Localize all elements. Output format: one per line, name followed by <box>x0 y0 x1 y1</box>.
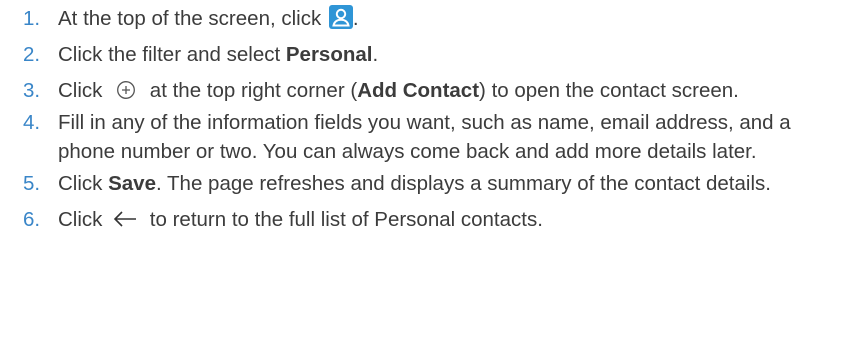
step-2: 2. Click the filter and select Personal. <box>0 40 850 69</box>
step-number: 3. <box>23 79 41 102</box>
step-text-end: . <box>372 43 379 66</box>
step-4: 4. Fill in any of the information fields… <box>0 108 850 166</box>
step-1: 1. At the top of the screen, click . <box>0 4 850 33</box>
add-circle-icon <box>116 79 136 99</box>
step-text: Fill in any of the information fields yo… <box>58 111 791 163</box>
step-text: At the top of the screen, click <box>58 7 327 30</box>
step-number: 6. <box>23 208 41 231</box>
step-number: 4. <box>23 111 41 134</box>
instruction-steps: 1. At the top of the screen, click . 2. … <box>0 0 850 231</box>
step-text-end: . The page refreshes and displays a summ… <box>156 172 771 195</box>
step-number: 5. <box>23 172 41 195</box>
step-3: 3. Click at the top right corner (Add Co… <box>0 76 850 105</box>
step-text-end: ) to open the contact screen. <box>479 79 739 102</box>
step-text: Click the filter and select <box>58 43 286 66</box>
step-text-mid: at the top right corner ( <box>144 79 358 102</box>
step-number: 1. <box>23 7 41 30</box>
step-text-end: to return to the full list of Personal c… <box>144 208 543 231</box>
personal-label: Personal <box>285 43 373 66</box>
step-text-end: . <box>352 7 359 30</box>
back-arrow-icon <box>112 208 138 228</box>
step-text: Click <box>58 172 109 195</box>
step-6: 6. Click to return to the full list of P… <box>0 205 850 234</box>
step-5: 5. Click Save. The page refreshes and di… <box>0 169 850 198</box>
add-contact-label: Add Contact <box>357 79 480 102</box>
step-text: Click <box>58 79 109 102</box>
save-label: Save <box>108 172 156 195</box>
contact-icon <box>328 5 353 29</box>
step-number: 2. <box>23 43 41 66</box>
step-text: Click <box>58 208 109 231</box>
